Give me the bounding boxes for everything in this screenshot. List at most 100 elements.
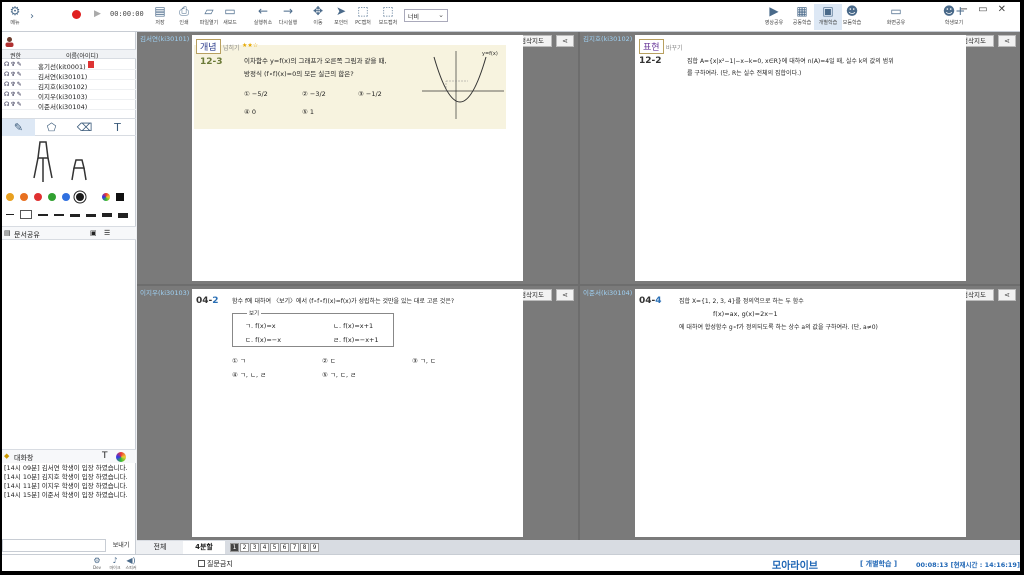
- question-block-toggle[interactable]: 질문금지: [198, 559, 233, 569]
- user-row[interactable]: ☊♆✎ 홍기선(kit0001): [2, 60, 136, 71]
- page-number[interactable]: 6: [280, 543, 289, 552]
- screen-share-button[interactable]: ▭ 화면공유: [882, 4, 910, 30]
- concept-tag: 개념: [196, 39, 221, 54]
- page-number[interactable]: 7: [290, 543, 299, 552]
- option-1: ① ㄱ: [232, 357, 246, 365]
- chat-message: [14시 15분] 이준서 학생이 입장 하였습니다.: [4, 491, 128, 499]
- page-number[interactable]: 2: [240, 543, 249, 552]
- page-number[interactable]: 3: [250, 543, 259, 552]
- undo-button[interactable]: ← 실행취소: [249, 4, 277, 30]
- share-icon[interactable]: ⋖: [556, 289, 574, 301]
- share-icon[interactable]: ⋖: [998, 289, 1016, 301]
- line-width-2[interactable]: [38, 214, 48, 216]
- record-icon[interactable]: [72, 10, 81, 19]
- option-5: ⑤ 1: [302, 108, 315, 116]
- pen-width-select[interactable]: 너비 ⌄: [404, 9, 448, 22]
- draw-tools: ✎ ⬠ ⌫ T: [2, 118, 136, 136]
- pc-capture-button[interactable]: ⬚ PC캡처: [349, 4, 377, 30]
- screen-share-label: 화면공유: [886, 20, 906, 26]
- line-width-6[interactable]: [102, 213, 112, 217]
- color-swatch[interactable]: [62, 193, 70, 201]
- board-grid: 김서연(ki30101) 첨삭지도 ⋖ 개념 넘히기 ★★☆ 12-3 이차함수…: [137, 32, 1020, 540]
- board-sheet[interactable]: 04-2 함수 f에 대하여 〈보기〉에서 (f∘f∘f)(x)=f(x)가 성…: [192, 289, 523, 537]
- team-study-label: 모둠학습: [842, 20, 862, 26]
- tab-all[interactable]: 전체: [137, 541, 183, 554]
- send-button[interactable]: 보내기: [108, 539, 134, 552]
- page-number[interactable]: 9: [310, 543, 319, 552]
- font-icon[interactable]: T: [102, 451, 108, 461]
- pdf-icon[interactable]: [88, 61, 94, 68]
- print-button[interactable]: ⎙ 인쇄: [170, 4, 198, 30]
- share-icon[interactable]: ⋖: [998, 35, 1016, 47]
- current-color-swatch[interactable]: [116, 193, 124, 201]
- menu-button[interactable]: ⚙ 메뉴: [2, 4, 28, 30]
- speaker-label: 스피커: [125, 565, 137, 570]
- user-row[interactable]: ☊♆✎ 김지호(ki30102): [2, 80, 136, 91]
- page-number[interactable]: 4: [260, 543, 269, 552]
- play-icon[interactable]: ▶: [94, 9, 101, 19]
- shape-tool[interactable]: ⬠: [35, 119, 68, 136]
- board-sheet[interactable]: 04-4 집합 X={1, 2, 3, 4}를 정의역으로 하는 두 함수 f(…: [635, 289, 966, 537]
- video-share-icon: ▶: [769, 4, 779, 18]
- board-capture-button[interactable]: ⬚ 보드캡처: [374, 4, 402, 30]
- brush-pen-icon: [71, 159, 87, 181]
- list-icon[interactable]: ☰: [104, 229, 110, 237]
- line-width-4[interactable]: [70, 214, 80, 217]
- permission-icons[interactable]: ☊♆✎: [4, 81, 23, 88]
- color-picker-icon[interactable]: [102, 193, 110, 201]
- color-swatch[interactable]: [6, 193, 14, 201]
- expand-arrow-icon[interactable]: ›: [30, 11, 34, 22]
- group-study-button[interactable]: ▦ 공동학습: [788, 4, 816, 30]
- line-width-1[interactable]: [6, 214, 14, 215]
- redo-button[interactable]: → 다시실행: [274, 4, 302, 30]
- line-width-3[interactable]: [54, 214, 64, 216]
- speaker-button[interactable]: ◀) 스피커: [120, 556, 142, 571]
- permission-icons[interactable]: ☊♆✎: [4, 71, 23, 78]
- student-view-button[interactable]: ☻+ 학생보기: [940, 4, 968, 30]
- board-title: 김지호(ki30102): [583, 35, 633, 43]
- window-controls[interactable]: −▭✕: [960, 4, 1016, 15]
- pen-tool[interactable]: ✎: [2, 119, 35, 136]
- pentagon-icon: ⬠: [46, 121, 57, 134]
- question-number-prefix: 04-: [639, 296, 656, 306]
- line-width-selected[interactable]: [20, 210, 32, 219]
- chat-message: [14시 10분] 김지호 학생이 입장 하였습니다.: [4, 473, 128, 481]
- team-study-button[interactable]: ☻ 모둠학습: [838, 4, 866, 30]
- doc-share-header: ▤ 문서공유 ▣ ☰: [2, 226, 136, 240]
- eraser-tool[interactable]: ⌫: [68, 119, 101, 136]
- share-icon[interactable]: ⋖: [556, 35, 574, 47]
- page-number[interactable]: 8: [300, 543, 309, 552]
- video-share-button[interactable]: ▶ 영상공유: [760, 4, 788, 30]
- line-width-options: [6, 210, 134, 220]
- user-row[interactable]: ☊♆✎ 이준서(ki30104): [2, 100, 136, 111]
- color-swatch[interactable]: [48, 193, 56, 201]
- whiteboard-button[interactable]: ▭ 새보드: [216, 4, 244, 30]
- color-picker-icon[interactable]: [116, 452, 126, 462]
- permission-icons[interactable]: ☊♆✎: [4, 101, 23, 108]
- whiteboard-label: 새보드: [223, 20, 237, 26]
- line-width-7[interactable]: [118, 213, 128, 218]
- checkbox-icon: [198, 560, 205, 567]
- chat-message: [14시 09분] 김서연 학생이 입장 하였습니다.: [4, 464, 128, 472]
- tab-4-split[interactable]: 4분할: [183, 541, 225, 554]
- line-width-5[interactable]: [86, 214, 96, 217]
- chat-input[interactable]: [2, 539, 106, 552]
- color-swatch[interactable]: [20, 193, 28, 201]
- save-doc-icon[interactable]: ▣: [90, 229, 97, 237]
- text-tool[interactable]: T: [101, 119, 134, 136]
- question-number: 12-2: [639, 56, 662, 66]
- user-row[interactable]: ☊♆✎ 김서연(ki30101): [2, 70, 136, 81]
- board-sheet[interactable]: 개념 넘히기 ★★☆ 12-3 이차함수 y=f(x)의 그래프가 오른쪽 그림…: [192, 35, 523, 281]
- record-time: 00:00:00: [110, 10, 144, 18]
- app-window: ⚙ 메뉴 › ▶ 00:00:00 너비 ⌄ −▭✕ ▤ 저장 ⎙ 인쇄 ▱ 파일열기 ▭ 새…: [2, 2, 1020, 571]
- color-swatch[interactable]: [76, 193, 84, 201]
- study-mode: [ 개별학습 ]: [860, 560, 898, 568]
- permission-icons[interactable]: ☊♆✎: [4, 91, 23, 98]
- permission-icons[interactable]: ☊♆✎: [4, 61, 23, 68]
- user-row[interactable]: ☊♆✎ 이지우(ki30103): [2, 90, 136, 101]
- page-number[interactable]: 1: [230, 543, 239, 552]
- example-item-2: ㄴ. f(x)=x+1: [333, 322, 374, 330]
- page-number[interactable]: 5: [270, 543, 279, 552]
- board-sheet[interactable]: 표현 바꾸기 12-2 집합 A={x|x²−1|−x−k=0, x∈R}에 대…: [635, 35, 966, 281]
- color-swatch[interactable]: [34, 193, 42, 201]
